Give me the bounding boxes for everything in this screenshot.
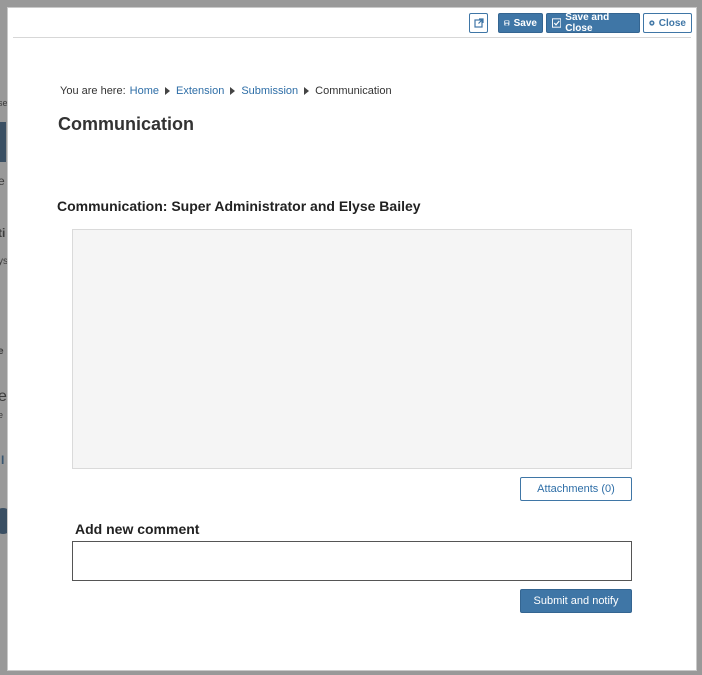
breadcrumb-separator-icon bbox=[304, 87, 310, 95]
close-circle-icon bbox=[649, 20, 655, 26]
attachments-label: Attachments (0) bbox=[537, 483, 615, 495]
modal-toolbar: Save Save and Close Close bbox=[13, 8, 692, 38]
communication-title: Communication: Super Administrator and E… bbox=[57, 198, 421, 214]
communication-modal: Save Save and Close Close You are here: … bbox=[7, 7, 697, 671]
save-button[interactable]: Save bbox=[498, 13, 543, 33]
floppy-disk-icon bbox=[504, 20, 510, 26]
save-and-close-button[interactable]: Save and Close bbox=[546, 12, 640, 34]
breadcrumb-link-submission[interactable]: Submission bbox=[241, 85, 298, 97]
close-label: Close bbox=[658, 17, 686, 29]
external-link-icon bbox=[473, 18, 484, 28]
close-button[interactable]: Close bbox=[643, 13, 692, 33]
submit-and-notify-button[interactable]: Submit and notify bbox=[520, 589, 632, 613]
breadcrumb-separator-icon bbox=[230, 87, 236, 95]
save-and-close-label: Save and Close bbox=[565, 12, 610, 34]
page-title: Communication bbox=[58, 114, 195, 134]
breadcrumb-separator-icon bbox=[165, 87, 170, 95]
breadcrumb-link-home[interactable]: Home bbox=[130, 85, 159, 97]
breadcrumb-link-extension[interactable]: Extension bbox=[176, 85, 224, 97]
attachments-button[interactable]: Attachments (0) bbox=[520, 477, 632, 501]
message-thread[interactable] bbox=[72, 229, 632, 469]
popout-button[interactable] bbox=[469, 13, 488, 33]
submit-and-notify-label: Submit and notify bbox=[533, 595, 619, 607]
save-label: Save bbox=[513, 17, 537, 29]
breadcrumb-prefix: You are here: bbox=[60, 85, 126, 97]
breadcrumb-current: Communication bbox=[315, 85, 392, 97]
add-comment-label: Add new comment bbox=[75, 521, 200, 537]
checkbox-icon bbox=[552, 18, 562, 28]
comment-input[interactable] bbox=[72, 541, 632, 581]
breadcrumb: You are here: Home Extension Submission … bbox=[60, 85, 392, 97]
